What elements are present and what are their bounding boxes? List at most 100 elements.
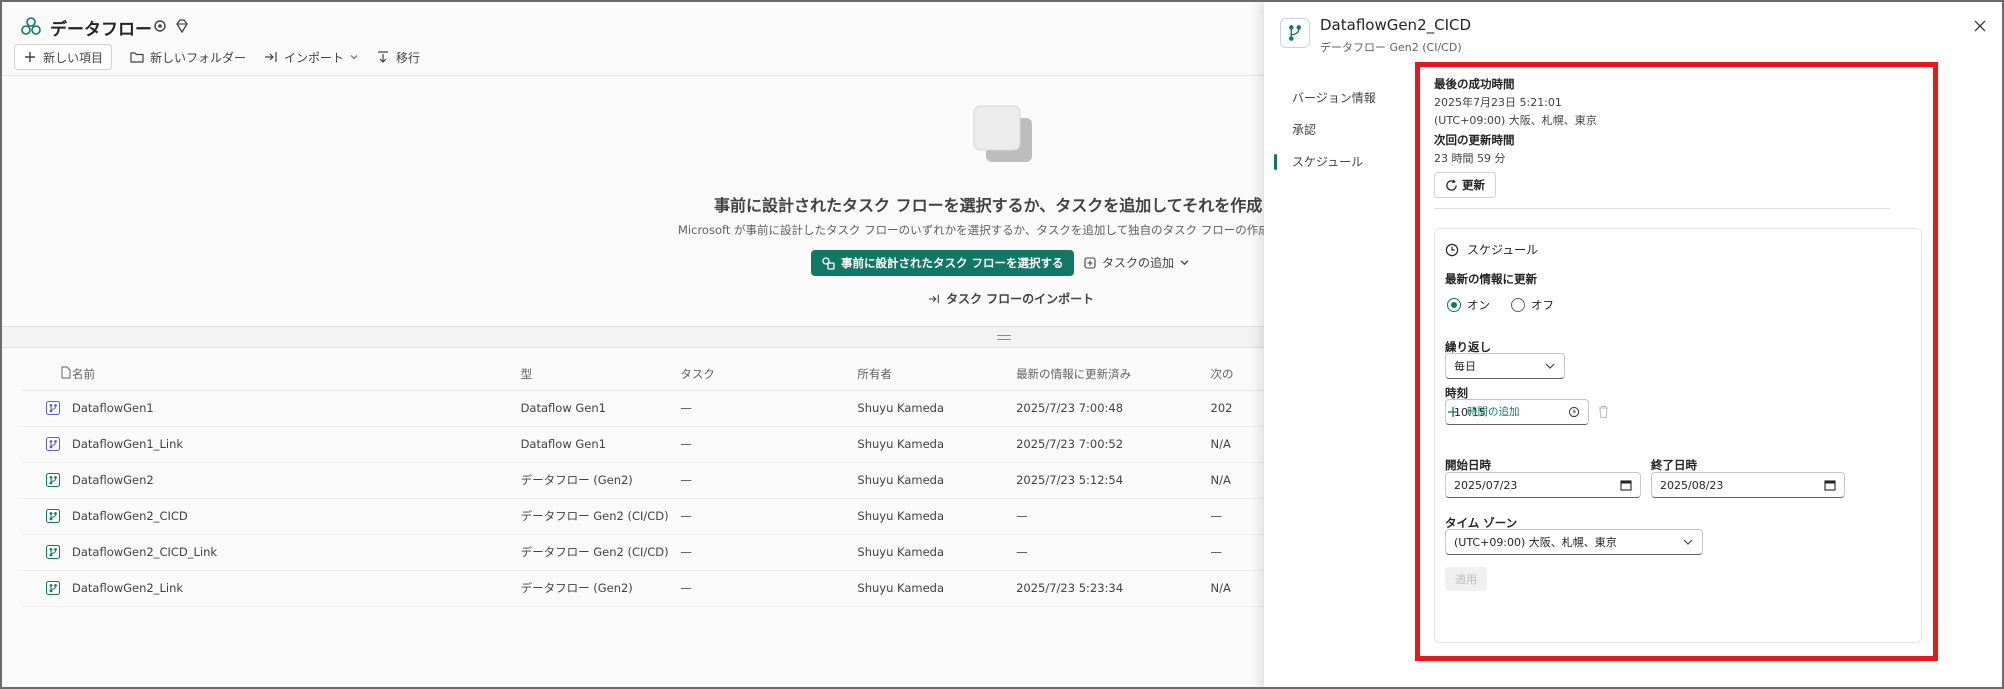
table-row[interactable]: DataflowGen2_CICD_Link データフロー Gen2 (CI/CD… [22,534,1264,571]
row-name[interactable]: DataflowGen2_Link [72,570,521,607]
dataflow-icon [46,509,60,524]
row-owner: Shuyu Kameda [857,570,1017,607]
select-task-flow-label: 事前に設計されたタスク フローを選択する [841,256,1064,270]
highlight-box [1415,62,1938,661]
workspace: データフロー 新しい項目 新しいフォルダー インポート 移行 事前に設計されたタ… [2,2,1281,687]
row-type: データフロー (Gen2) [520,570,681,607]
import-task-flow-button[interactable]: タスク フローのインポート [928,290,1094,307]
dataflow-icon [46,437,60,452]
document-icon [61,366,71,379]
next-column-header[interactable]: 次の [1210,358,1264,391]
table-header-row: 名前 型 タスク 所有者 最新の情報に更新済み 次の [22,358,1264,391]
row-next: N/A [1210,570,1264,607]
add-task-label: タスクの追加 [1102,256,1175,270]
folder-add-icon [130,52,144,63]
close-icon[interactable] [1972,18,1988,34]
pane-splitter[interactable] [2,326,1264,348]
workspace-title: データフロー [50,20,152,40]
task-column-header[interactable]: タスク [680,358,858,391]
row-type: Dataflow Gen1 [520,426,681,463]
row-task: — [680,534,858,571]
new-item-button[interactable]: 新しい項目 [14,44,113,70]
row-owner: Shuyu Kameda [857,462,1017,499]
row-next: — [1210,498,1264,535]
nav-item-version[interactable]: バージョン情報 [1274,82,1394,114]
table-row[interactable]: DataflowGen1 Dataflow Gen1— Shuyu Kameda 20… [22,390,1264,427]
item-list-table: 名前 型 タスク 所有者 最新の情報に更新済み 次の DataflowGen1 D… [22,358,1264,607]
row-type-icon [22,426,72,463]
row-refreshed: — [1016,534,1211,571]
panel-nav: バージョン情報 承認 スケジュール [1274,82,1394,178]
select-task-flow-button[interactable]: 事前に設計されたタスク フローを選択する [811,250,1074,276]
row-refreshed: 2025/7/23 5:12:54 [1016,462,1211,499]
row-task: — [680,390,858,427]
table-row[interactable]: DataflowGen1_Link Dataflow Gen1— Shuyu Kam… [22,426,1264,463]
name-column-header[interactable]: 名前 [72,358,521,391]
workspace-logo-icon [21,17,41,35]
migrate-icon [378,51,389,63]
nav-item-endorsement[interactable]: 承認 [1274,114,1394,146]
plus-icon [25,52,35,62]
type-name-column-header[interactable]: 型 [520,358,681,391]
import-icon [265,52,277,62]
row-type-icon [22,462,72,499]
row-task: — [680,426,858,463]
new-folder-label: 新しいフォルダー [150,50,247,65]
row-refreshed: 2025/7/23 5:23:34 [1016,570,1211,607]
table-row[interactable]: DataflowGen2_CICD データフロー Gen2 (CI/CD) — Shu… [22,498,1264,535]
import-button[interactable]: インポート [264,44,358,70]
row-name[interactable]: DataflowGen2_CICD_Link [72,534,521,571]
chevron-down-icon [1180,260,1189,266]
workspace-toolbar: 新しい項目 新しいフォルダー インポート 移行 [14,44,420,70]
premium-diamond-icon [176,19,188,34]
empty-state-description: Microsoft が事前に設計したタスク フローのいずれかを選択するか、タスク… [678,223,1282,237]
row-next: — [1210,534,1264,571]
dataflow-icon [46,473,60,488]
row-refreshed: 2025/7/23 7:00:48 [1016,390,1211,427]
workspace-header: データフロー 新しい項目 新しいフォルダー インポート 移行 [2,2,1264,76]
row-name[interactable]: DataflowGen2_CICD [72,498,521,535]
row-owner: Shuyu Kameda [857,390,1017,427]
workspace-settings-icon[interactable] [152,18,168,34]
dataflow-icon [46,581,60,596]
row-next: N/A [1210,462,1264,499]
row-name[interactable]: DataflowGen2 [72,462,521,499]
import-icon [928,294,939,303]
row-task: — [680,462,858,499]
splitter-grip-icon[interactable] [997,335,1011,340]
chevron-down-icon [350,55,358,60]
empty-state-title: 事前に設計されたタスク フローを選択するか、タスクを追加してそれを作成 [714,196,1263,215]
nav-item-schedule[interactable]: スケジュール [1274,146,1394,178]
item-settings-panel: DataflowGen2_CICD データフロー Gen2 (CI/CD) バー… [1264,2,2002,687]
row-owner: Shuyu Kameda [857,498,1017,535]
row-name[interactable]: DataflowGen1_Link [72,426,521,463]
refreshed-column-header[interactable]: 最新の情報に更新済み [1016,358,1211,391]
task-flow-empty-state: 事前に設計されたタスク フローを選択するか、タスクを追加してそれを作成 Micr… [2,76,1281,326]
app-window: データフロー 新しい項目 新しいフォルダー インポート 移行 事前に設計されたタ… [0,0,2004,689]
row-type-icon [22,390,72,427]
row-type: データフロー Gen2 (CI/CD) [520,498,681,535]
panel-subtitle: データフロー Gen2 (CI/CD) [1320,41,1462,54]
row-refreshed: 2025/7/23 7:00:52 [1016,426,1211,463]
new-folder-button[interactable]: 新しいフォルダー [130,44,246,70]
row-next: 202 [1210,390,1264,427]
owner-column-header[interactable]: 所有者 [857,358,1017,391]
dataflow-icon [46,401,60,416]
import-label: インポート [284,50,345,65]
row-name[interactable]: DataflowGen1 [72,390,521,427]
add-task-button[interactable]: タスクの追加 [1084,254,1189,271]
row-refreshed: — [1016,498,1211,535]
type-column-header [22,358,72,391]
dataflow-icon [1280,18,1310,48]
row-task: — [680,570,858,607]
row-type: Dataflow Gen1 [520,390,681,427]
migrate-label: 移行 [396,50,421,65]
migrate-button[interactable]: 移行 [376,44,420,70]
row-next: N/A [1210,426,1264,463]
row-type-icon [22,534,72,571]
row-owner: Shuyu Kameda [857,534,1017,571]
table-row[interactable]: DataflowGen2_Link データフロー (Gen2) — Shuyu Kam… [22,570,1264,607]
task-flow-illustration-icon [973,105,1032,162]
table-row[interactable]: DataflowGen2 データフロー (Gen2) — Shuyu Kameda 20… [22,462,1264,499]
import-task-flow-label: タスク フローのインポート [946,292,1095,306]
